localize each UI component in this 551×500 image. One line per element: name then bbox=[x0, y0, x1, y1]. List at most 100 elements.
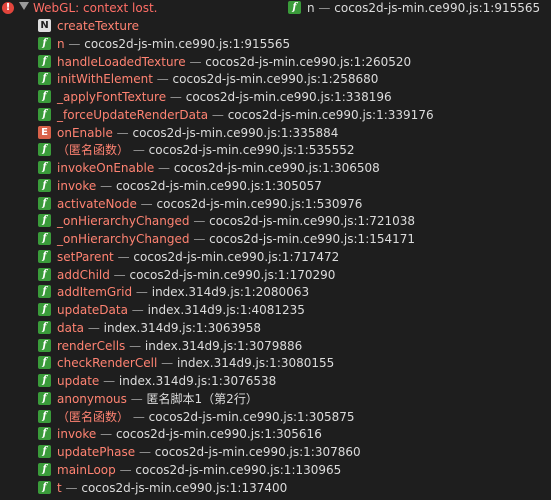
stack-frame[interactable]: f update — index.314d9.js:1:3076538 bbox=[38, 373, 434, 391]
stack-frame[interactable]: ft — cocos2d-js-min.ce990.js:1:137400 bbox=[38, 480, 434, 498]
stack-frame[interactable]: f initWithElement — cocos2d-js-min.ce990.… bbox=[38, 71, 434, 89]
stack-frame[interactable]: f data — index.314d9.js:1:3063958 bbox=[38, 320, 434, 338]
frame-location-link[interactable]: cocos2d-js-min.ce990.js:1:260520 bbox=[205, 55, 411, 69]
frame-location-link[interactable]: cocos2d-js-min.ce990.js:1:530976 bbox=[157, 197, 363, 211]
stack-frame[interactable]: EonEnable — cocos2d-js-min.ce990.js:1:33… bbox=[38, 125, 434, 143]
frame-function-name: （匿名函数） bbox=[57, 143, 130, 158]
frame-separator: — bbox=[157, 356, 177, 371]
frame-location-link[interactable]: cocos2d-js-min.ce990.js:1:305875 bbox=[149, 410, 355, 424]
frame-location-link[interactable]: cocos2d-js-min.ce990.js:1:717472 bbox=[133, 250, 339, 264]
frame-location-link[interactable]: cocos2d-js-min.ce990.js:1:339176 bbox=[228, 108, 434, 122]
function-badge-icon: f bbox=[38, 72, 51, 86]
error-icon: ! bbox=[2, 2, 14, 14]
native-badge-icon: N bbox=[38, 19, 51, 32]
frame-location-link[interactable]: index.314d9.js:1:3080155 bbox=[177, 356, 334, 370]
frame-function-name: addChild bbox=[57, 267, 110, 282]
frame-function-name: （匿名函数） bbox=[57, 409, 130, 424]
frame-location-link[interactable]: cocos2d-js-min.ce990.js:1:721038 bbox=[209, 214, 415, 228]
stack-frame[interactable]: f invoke — cocos2d-js-min.ce990.js:1:3056… bbox=[38, 426, 434, 444]
frame-location-link[interactable]: index.314d9.js:1:3079886 bbox=[145, 339, 302, 353]
frame-location-link[interactable]: cocos2d-js-min.ce990.js:1:915565 bbox=[84, 37, 290, 51]
frame-location-link[interactable]: cocos2d-js-min.ce990.js:1:305616 bbox=[116, 427, 322, 441]
function-badge-icon: f bbox=[38, 303, 51, 316]
stack-frame[interactable]: f handleLoadedTexture — cocos2d-js-min.ce… bbox=[38, 54, 434, 72]
stack-frame[interactable]: f invokeOnEnable — cocos2d-js-min.ce990.j… bbox=[38, 160, 434, 178]
event-badge-icon: E bbox=[38, 125, 51, 139]
frame-separator: — bbox=[314, 1, 335, 15]
frame-function-name: createTexture bbox=[57, 19, 140, 33]
stack-frame[interactable]: f activateNode — cocos2d-js-min.ce990.js:… bbox=[38, 196, 434, 214]
function-badge-icon: f bbox=[38, 374, 51, 387]
frame-function-name: updatePhase bbox=[57, 445, 136, 459]
top-frame-reference[interactable]: fn — cocos2d-js-min.ce990.js:1:915565 bbox=[288, 0, 540, 16]
stack-frame[interactable]: f _onHierarchyChanged — cocos2d-js-min.ce… bbox=[38, 231, 434, 249]
frame-separator: — bbox=[152, 72, 173, 87]
stack-frame[interactable]: f （匿名函数） — cocos2d-js-min.ce990.js:1:3058… bbox=[38, 409, 434, 427]
frame-location-link[interactable]: cocos2d-js-min.ce990.js:1:335884 bbox=[132, 126, 338, 140]
frame-location-link[interactable]: index.314d9.js:1:3063958 bbox=[104, 321, 261, 335]
stack-frame[interactable]: f _forceUpdateRenderData — cocos2d-js-min… bbox=[38, 107, 434, 125]
stack-frame[interactable]: f _applyFontTexture — cocos2d-js-min.ce99… bbox=[38, 89, 434, 107]
function-badge-icon: f bbox=[38, 36, 51, 50]
function-badge-icon: f bbox=[38, 338, 51, 352]
frame-location-link[interactable]: index.314d9.js:1:2080063 bbox=[152, 285, 309, 299]
frame-location-link[interactable]: index.314d9.js:1:4081235 bbox=[148, 303, 305, 317]
error-header: ! WebGL: context lost. fn — cocos2d-js-m… bbox=[0, 0, 551, 17]
stack-frame[interactable]: f anonymous — 匿名脚本1（第2行） bbox=[38, 391, 434, 409]
frame-function-name: initWithElement bbox=[57, 72, 153, 87]
frame-separator: — bbox=[96, 178, 116, 193]
frame-location-link[interactable]: index.314d9.js:1:3076538 bbox=[119, 374, 276, 388]
stack-frame[interactable]: f updatePhase — cocos2d-js-min.ce990.js:1… bbox=[38, 444, 434, 462]
function-badge-icon: f bbox=[38, 143, 51, 157]
frame-separator: — bbox=[64, 36, 85, 51]
function-badge-icon: f bbox=[38, 232, 51, 245]
frame-location-link[interactable]: cocos2d-js-min.ce990.js:1:137400 bbox=[81, 481, 287, 495]
frame-function-name: addItemGrid bbox=[57, 285, 133, 300]
frame-function-name: _onHierarchyChanged bbox=[57, 232, 190, 246]
frame-function-name: _applyFontTexture bbox=[57, 90, 167, 104]
stack-frame[interactable]: f addChild — cocos2d-js-min.ce990.js:1:17… bbox=[38, 267, 434, 285]
frame-location-link[interactable]: cocos2d-js-min.ce990.js:1:154171 bbox=[209, 232, 415, 246]
function-badge-icon: f bbox=[38, 249, 51, 263]
frame-function-name: _forceUpdateRenderData bbox=[57, 107, 209, 122]
stack-frame[interactable]: fn — cocos2d-js-min.ce990.js:1:915565 bbox=[38, 36, 434, 54]
frame-function-name: data bbox=[57, 320, 85, 335]
frame-function-name: invoke bbox=[57, 427, 97, 442]
stack-frame[interactable]: f renderCells — index.314d9.js:1:3079886 bbox=[38, 338, 434, 356]
disclosure-triangle-icon[interactable] bbox=[19, 2, 29, 10]
frame-separator: — bbox=[136, 196, 157, 211]
stack-frame[interactable]: f setParent — cocos2d-js-min.ce990.js:1:7… bbox=[38, 249, 434, 267]
stack-frame[interactable]: f _onHierarchyChanged — cocos2d-js-min.ce… bbox=[38, 213, 434, 231]
stack-frame[interactable]: NcreateTexture bbox=[38, 18, 434, 36]
frame-location-link[interactable]: 匿名脚本1（第2行） bbox=[147, 392, 258, 406]
frame-separator: — bbox=[129, 409, 149, 424]
frame-function-name: mainLoop bbox=[57, 462, 116, 477]
frame-location-link[interactable]: cocos2d-js-min.ce990.js:1:338196 bbox=[186, 90, 392, 104]
stack-frame[interactable]: f （匿名函数） — cocos2d-js-min.ce990.js:1:5355… bbox=[38, 142, 434, 160]
function-badge-icon: f bbox=[38, 178, 51, 192]
frame-location-link[interactable]: cocos2d-js-min.ce990.js:1:258680 bbox=[173, 72, 379, 86]
function-badge-icon: f bbox=[38, 320, 51, 334]
stack-frame[interactable]: f invoke — cocos2d-js-min.ce990.js:1:3050… bbox=[38, 178, 434, 196]
frame-separator: — bbox=[166, 90, 186, 104]
stack-frame[interactable]: f mainLoop — cocos2d-js-min.ce990.js:1:13… bbox=[38, 462, 434, 480]
frame-separator: — bbox=[189, 232, 210, 246]
frame-separator: — bbox=[132, 285, 152, 300]
frame-function-name: setParent bbox=[57, 249, 114, 264]
stack-frame[interactable]: f addItemGrid — index.314d9.js:1:2080063 bbox=[38, 284, 434, 302]
frame-location-link[interactable]: cocos2d-js-min.ce990.js:1:307860 bbox=[155, 445, 361, 459]
frame-separator: — bbox=[129, 143, 149, 158]
frame-location[interactable]: cocos2d-js-min.ce990.js:1:915565 bbox=[334, 1, 540, 15]
stack-frame[interactable]: f checkRenderCell — index.314d9.js:1:3080… bbox=[38, 355, 434, 373]
frame-location-link[interactable]: cocos2d-js-min.ce990.js:1:535552 bbox=[149, 143, 355, 157]
frame-location-link[interactable]: cocos2d-js-min.ce990.js:1:170290 bbox=[130, 268, 336, 282]
frame-location-link[interactable]: cocos2d-js-min.ce990.js:1:305057 bbox=[116, 179, 322, 193]
function-badge-icon: f bbox=[38, 480, 51, 494]
function-badge-icon: f bbox=[38, 427, 51, 441]
frame-function-name: checkRenderCell bbox=[57, 356, 158, 371]
frame-location-link[interactable]: cocos2d-js-min.ce990.js:1:130965 bbox=[135, 463, 341, 477]
frame-location-link[interactable]: cocos2d-js-min.ce990.js:1:306508 bbox=[174, 161, 380, 175]
frame-function-name: renderCells bbox=[57, 338, 126, 353]
frame-separator: — bbox=[154, 161, 174, 175]
stack-frame[interactable]: f updateData — index.314d9.js:1:4081235 bbox=[38, 302, 434, 320]
